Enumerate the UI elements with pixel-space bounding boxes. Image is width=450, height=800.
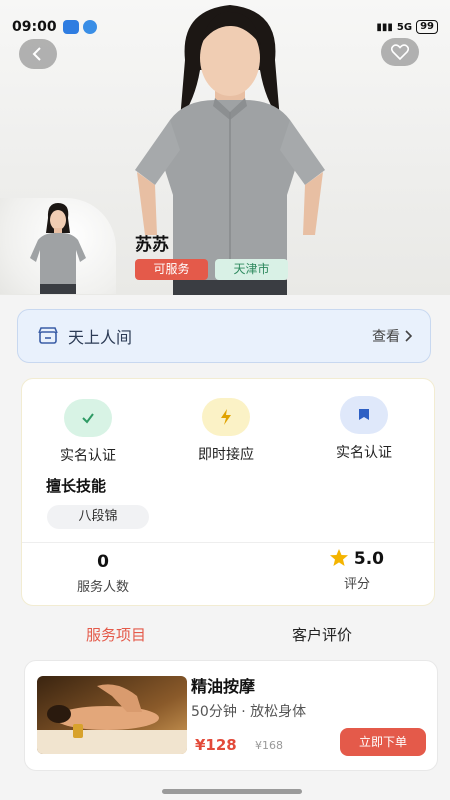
feature-verified-2: 实名认证 xyxy=(309,396,419,462)
feature-verified: 实名认证 xyxy=(33,399,143,465)
provider-name: 苏苏 xyxy=(135,235,169,255)
shop-view-link[interactable]: 查看 xyxy=(372,326,412,346)
network-type: 5G xyxy=(396,21,413,33)
divider xyxy=(22,542,434,543)
profile-hero: 09:00 ▮▮▮ 5G 99 苏苏 可服务 天津市 xyxy=(0,0,450,295)
service-description: 50分钟 · 放松身体 xyxy=(191,704,307,720)
service-title: 精油按摩 xyxy=(191,677,256,696)
city-badge: 天津市 xyxy=(215,259,288,280)
status-indicators: ▮▮▮ 5G 99 xyxy=(376,20,438,34)
home-indicator xyxy=(162,789,302,794)
app-notification-icon xyxy=(82,20,97,34)
stat-served: 0 服务人数 xyxy=(68,552,138,595)
status-bar: 09:00 ▮▮▮ 5G 99 xyxy=(0,10,450,44)
skill-chip: 八段锦 xyxy=(47,505,149,529)
service-card[interactable]: 精油按摩 50分钟 · 放松身体 ¥128 ¥168 立即下单 xyxy=(24,660,438,771)
service-original-price: ¥168 xyxy=(255,739,283,752)
message-icon xyxy=(62,20,79,34)
favorite-button[interactable] xyxy=(381,38,419,66)
service-image xyxy=(37,676,187,754)
avatar[interactable] xyxy=(0,198,116,294)
stat-rating: 5.0 评分 xyxy=(322,549,392,592)
stat-value: 5.0 xyxy=(353,549,385,569)
massage-photo xyxy=(37,676,187,754)
star-icon xyxy=(329,549,348,566)
lightning-icon xyxy=(221,409,231,425)
heart-icon xyxy=(391,44,409,60)
order-now-button[interactable]: 立即下单 xyxy=(340,728,426,756)
signal-icon: ▮▮▮ xyxy=(376,21,393,33)
stat-label: 服务人数 xyxy=(76,580,129,595)
flag-icon xyxy=(359,409,369,420)
feature-icon-badge xyxy=(202,398,250,436)
check-icon xyxy=(82,413,94,424)
status-time: 09:00 xyxy=(12,19,57,35)
rating-value-row: 5.0 xyxy=(322,549,392,569)
stat-value: 0 xyxy=(97,552,109,572)
stat-label: 评分 xyxy=(343,577,370,592)
battery-icon: 99 xyxy=(416,20,438,34)
chevron-left-icon xyxy=(32,47,41,61)
feature-icon-badge xyxy=(64,399,112,437)
chevron-right-icon xyxy=(405,330,412,342)
store-icon xyxy=(38,327,58,344)
service-price: ¥128 xyxy=(195,736,237,754)
shop-card[interactable]: 天上人间 查看 xyxy=(17,309,431,363)
info-card: 实名认证 即时接应 实名认证 擅长技能 八段锦 0 服务人数 5.0 评分 xyxy=(21,378,435,606)
shop-view-label: 查看 xyxy=(372,329,400,345)
skills-title: 擅长技能 xyxy=(46,477,107,495)
status-badge: 可服务 xyxy=(135,259,208,280)
avatar-image xyxy=(30,203,86,294)
feature-icon-badge xyxy=(340,396,388,434)
feature-instant: 即时接应 xyxy=(171,398,281,464)
feature-label: 实名认证 xyxy=(336,445,392,461)
tab-services[interactable]: 服务项目 xyxy=(86,624,146,645)
shop-name: 天上人间 xyxy=(68,328,133,347)
feature-label: 实名认证 xyxy=(60,448,116,464)
back-button[interactable] xyxy=(19,39,57,69)
tab-reviews[interactable]: 客户评价 xyxy=(292,624,352,645)
feature-label: 即时接应 xyxy=(198,447,254,463)
